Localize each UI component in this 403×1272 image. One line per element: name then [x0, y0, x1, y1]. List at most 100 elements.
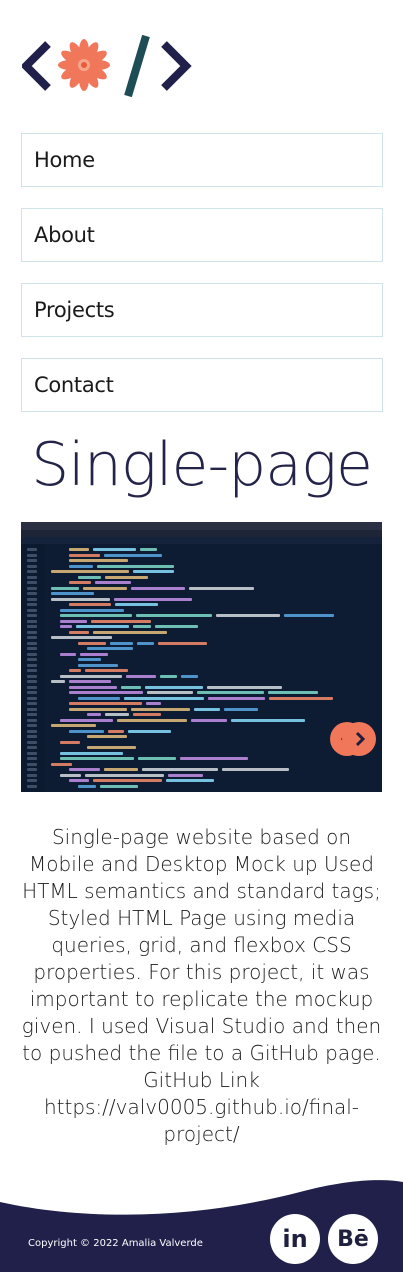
code-line	[69, 603, 111, 606]
editor-titlebar	[21, 522, 382, 530]
code-line	[146, 702, 161, 705]
line-number	[27, 713, 37, 716]
code-line	[110, 641, 133, 645]
line-number	[27, 636, 37, 639]
code-line	[136, 614, 212, 617]
code-line	[51, 586, 79, 590]
code-line	[60, 625, 72, 628]
code-line	[268, 691, 318, 694]
line-number	[27, 614, 37, 617]
code-line	[69, 630, 89, 634]
code-line	[87, 735, 127, 738]
line-number	[27, 570, 37, 573]
code-line	[60, 740, 80, 744]
editor-tabs	[21, 530, 382, 537]
flower-icon	[58, 39, 110, 91]
code-line	[140, 548, 157, 551]
code-line	[208, 696, 265, 700]
chevron-right-icon	[355, 731, 366, 747]
line-number	[27, 553, 37, 557]
slider-next-button[interactable]	[342, 722, 376, 756]
code-line	[60, 608, 124, 612]
code-line	[189, 586, 254, 590]
code-line	[51, 597, 110, 601]
nav-item-about[interactable]: About	[21, 208, 383, 262]
line-number	[27, 625, 37, 628]
line-number	[27, 581, 37, 584]
line-number	[27, 746, 37, 749]
line-number	[27, 548, 37, 551]
line-number	[27, 735, 37, 738]
code-line	[69, 685, 117, 689]
code-line	[168, 773, 203, 777]
code-line	[78, 663, 118, 667]
copyright-text: Copyright © 2022 Amalia Valverde	[28, 1238, 203, 1249]
code-line	[80, 652, 108, 656]
line-number	[27, 564, 37, 568]
code-line	[78, 658, 101, 661]
code-line	[207, 685, 282, 689]
code-line	[115, 603, 158, 606]
line-number	[27, 751, 37, 755]
code-line	[60, 757, 134, 760]
nav-item-projects[interactable]: Projects	[21, 283, 383, 337]
code-line	[269, 696, 333, 700]
code-line	[138, 757, 176, 760]
code-line	[69, 553, 100, 557]
code-line	[104, 553, 162, 557]
linkedin-icon[interactable]: in	[270, 1214, 320, 1264]
line-number	[27, 597, 37, 601]
line-number	[27, 696, 37, 700]
line-number	[27, 707, 37, 711]
code-line	[194, 707, 220, 711]
line-number	[27, 592, 37, 595]
code-line	[100, 784, 138, 788]
project-description: Single-page website based on Mobile and …	[21, 825, 382, 1146]
code-line	[76, 625, 129, 628]
code-line	[191, 718, 227, 722]
code-line	[60, 773, 81, 777]
line-number	[27, 669, 37, 672]
code-line	[78, 696, 120, 700]
code-line	[222, 768, 289, 771]
code-line	[158, 641, 207, 645]
code-line	[69, 768, 100, 771]
code-line	[83, 586, 127, 590]
project-screenshot	[21, 522, 382, 792]
code-line	[126, 674, 156, 678]
main-nav: Home About Projects Contact	[21, 133, 383, 433]
code-line	[69, 707, 127, 711]
behance-icon[interactable]: Bē	[328, 1214, 378, 1264]
code-line	[78, 641, 106, 645]
code-line	[87, 647, 133, 650]
code-line	[51, 762, 72, 766]
code-line	[124, 696, 204, 700]
line-number	[27, 619, 37, 623]
line-number	[27, 779, 37, 782]
code-line	[133, 570, 174, 573]
code-line	[60, 718, 113, 722]
code-line	[95, 581, 131, 584]
code-line	[142, 768, 218, 771]
line-number	[27, 663, 37, 667]
nav-item-contact[interactable]: Contact	[21, 358, 383, 412]
code-line	[216, 614, 280, 617]
nav-item-home[interactable]: Home	[21, 133, 383, 187]
site-logo[interactable]	[22, 30, 196, 102]
line-number	[27, 740, 37, 744]
code-line	[69, 702, 142, 705]
code-line	[145, 685, 203, 689]
code-line	[93, 548, 136, 551]
line-number	[27, 718, 37, 722]
code-line	[147, 691, 193, 694]
code-line	[69, 779, 89, 782]
code-line	[91, 619, 151, 623]
code-line	[93, 630, 167, 634]
project-title: Single-page	[31, 430, 373, 500]
code-line	[69, 548, 89, 551]
line-number	[27, 658, 37, 661]
code-line	[51, 592, 94, 595]
code-line	[69, 680, 111, 683]
editor-breadcrumb	[21, 537, 382, 544]
line-number	[27, 729, 37, 733]
